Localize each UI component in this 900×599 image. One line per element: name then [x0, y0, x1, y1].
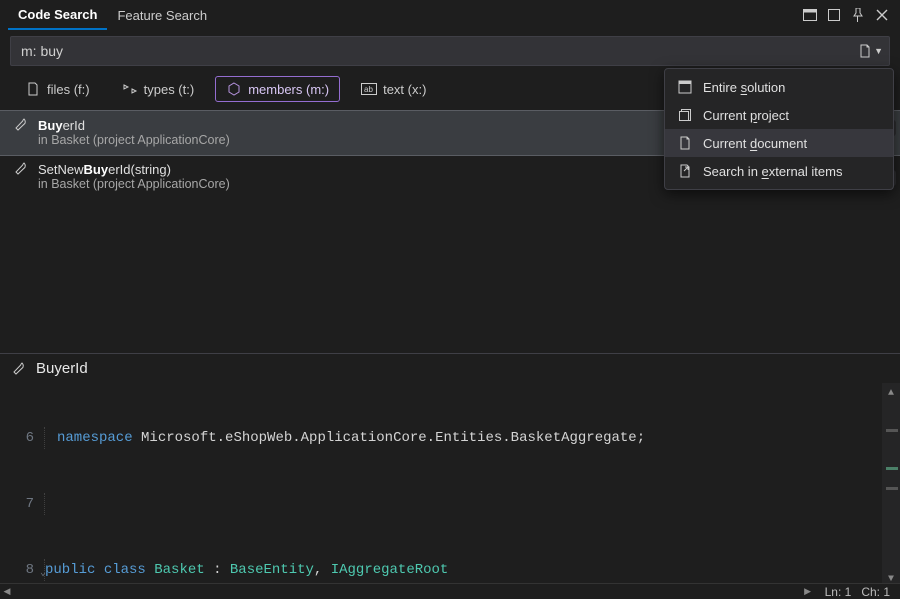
file-icon — [25, 81, 41, 97]
status-line: Ln: 1 — [825, 585, 852, 599]
status-bar: ◀ ▶ Ln: 1 Ch: 1 — [0, 583, 900, 599]
document-icon — [858, 44, 872, 58]
scope-current-document[interactable]: Current document — [665, 129, 893, 157]
scroll-down-icon[interactable]: ▼ — [884, 569, 898, 583]
filter-types[interactable]: types (t:) — [111, 76, 206, 102]
filter-files[interactable]: files (f:) — [14, 76, 101, 102]
horizontal-scrollbar[interactable]: ◀ ▶ — [0, 586, 815, 598]
solution-icon — [677, 79, 693, 95]
project-icon — [677, 107, 693, 123]
dock-window-icon[interactable] — [800, 5, 820, 25]
scope-current-project[interactable]: Current project — [665, 101, 893, 129]
filter-text[interactable]: ab text (x:) — [350, 76, 437, 102]
filter-members[interactable]: members (m:) — [215, 76, 340, 102]
close-icon[interactable] — [872, 5, 892, 25]
svg-text:ab: ab — [364, 85, 373, 94]
scope-label: Current document — [703, 136, 807, 151]
fold-icon[interactable]: ⌄ — [40, 563, 46, 583]
line-number: 8⌄ — [0, 559, 44, 581]
external-icon — [677, 163, 693, 179]
pin-icon[interactable] — [848, 5, 868, 25]
chevron-down-icon: ▼ — [874, 46, 883, 56]
types-icon — [122, 81, 138, 97]
scroll-up-icon[interactable]: ▲ — [884, 383, 898, 397]
code-editor[interactable]: 6namespace Microsoft.eShopWeb.Applicatio… — [0, 383, 900, 583]
scope-label: Current project — [703, 108, 789, 123]
scope-label: Search in external items — [703, 164, 842, 179]
search-box[interactable]: ▼ — [10, 36, 890, 66]
result-title: BuyerId — [38, 118, 85, 133]
wrench-icon — [14, 117, 30, 133]
wrench-icon — [12, 361, 28, 377]
document-icon — [677, 135, 693, 151]
filter-files-label: files (f:) — [47, 82, 90, 97]
minimap[interactable]: ▲ ▼ — [882, 383, 900, 583]
status-col: Ch: 1 — [861, 585, 890, 599]
scope-label: Entire solution — [703, 80, 785, 95]
titlebar: Code Search Feature Search — [0, 0, 900, 30]
scope-entire-solution[interactable]: Entire solution — [665, 73, 893, 101]
text-icon: ab — [361, 81, 377, 97]
members-icon — [226, 81, 242, 97]
search-input[interactable] — [11, 43, 852, 59]
scope-dropdown: Entire solution Current project Current … — [664, 68, 894, 190]
filter-members-label: members (m:) — [248, 82, 329, 97]
preview-header: BuyerId — [0, 354, 900, 383]
scroll-right-icon[interactable]: ▶ — [801, 586, 815, 598]
preview-title: BuyerId — [36, 360, 88, 377]
filter-types-label: types (t:) — [144, 82, 195, 97]
scroll-left-icon[interactable]: ◀ — [0, 586, 14, 598]
wrench-icon — [14, 161, 30, 177]
result-title: SetNewBuyerId(string) — [38, 162, 171, 177]
tab-feature-search[interactable]: Feature Search — [107, 2, 217, 29]
autohide-icon[interactable] — [824, 5, 844, 25]
line-number: 6 — [0, 427, 44, 449]
scope-dropdown-button[interactable]: ▼ — [852, 44, 889, 58]
preview-pane: BuyerId 6namespace Microsoft.eShopWeb.Ap… — [0, 353, 900, 599]
tab-code-search[interactable]: Code Search — [8, 1, 107, 30]
scope-external-items[interactable]: Search in external items — [665, 157, 893, 185]
filter-text-label: text (x:) — [383, 82, 426, 97]
line-number: 7 — [0, 493, 44, 515]
